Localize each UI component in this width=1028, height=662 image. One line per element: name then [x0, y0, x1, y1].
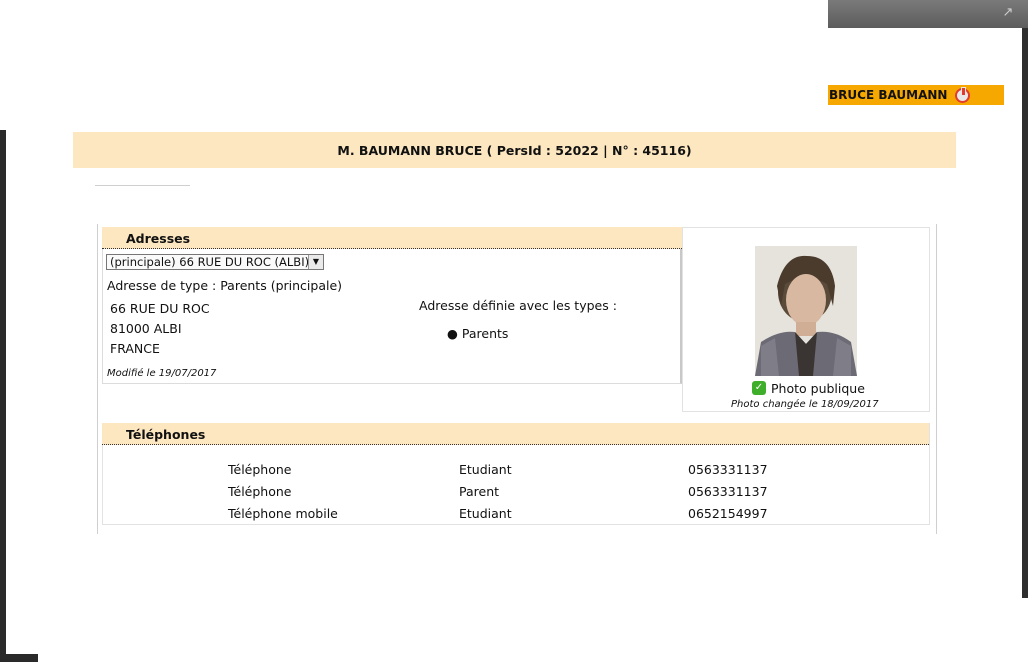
user-name: BRUCE BAUMANN — [829, 88, 948, 102]
window-titlebar — [828, 0, 1028, 28]
expand-icon[interactable]: ↗ — [1001, 6, 1015, 20]
chevron-down-icon[interactable]: ▼ — [308, 255, 323, 269]
addresses-heading: Adresses — [102, 227, 682, 249]
address-type-value: Parents — [461, 326, 509, 341]
phone-number: 0652154997 — [688, 506, 768, 521]
phone-type: Téléphone — [228, 462, 292, 477]
address-modified: Modifié le 19/07/2017 — [107, 368, 217, 379]
page-title: M. BAUMANN BRUCE ( PersId : 52022 | N° :… — [73, 132, 956, 168]
photo-public-label: Photo publique — [771, 381, 865, 396]
window-frame-right — [1022, 28, 1028, 598]
phone-owner: Etudiant — [459, 462, 512, 477]
address-type-item: ● Parents — [447, 326, 508, 341]
address-types-label: Adresse définie avec les types : — [419, 298, 617, 313]
address-select[interactable]: (principale) 66 RUE DU ROC (ALBI) ▼ — [106, 254, 324, 270]
address-line-2: 81000 ALBI — [110, 321, 182, 336]
address-line-1: 66 RUE DU ROC — [110, 301, 210, 316]
profile-photo — [755, 246, 857, 376]
divider — [95, 185, 190, 186]
phone-type: Téléphone mobile — [228, 506, 338, 521]
address-select-value: (principale) 66 RUE DU ROC (ALBI) — [110, 255, 310, 269]
phone-owner: Parent — [459, 484, 500, 499]
power-icon[interactable] — [955, 87, 970, 103]
user-badge[interactable]: BRUCE BAUMANN — [828, 85, 1004, 105]
phone-number: 0563331137 — [688, 462, 768, 477]
address-type-line: Adresse de type : Parents (principale) — [107, 278, 343, 293]
thumbs-up-icon: ✓ — [752, 381, 766, 395]
photo-changed: Photo changée le 18/09/2017 — [731, 399, 879, 410]
phone-number: 0563331137 — [688, 484, 768, 499]
phone-type: Téléphone — [228, 484, 292, 499]
phone-owner: Etudiant — [459, 506, 512, 521]
address-line-3: FRANCE — [110, 341, 160, 356]
phones-heading: Téléphones — [102, 423, 929, 445]
bullet-icon: ● — [447, 326, 458, 341]
